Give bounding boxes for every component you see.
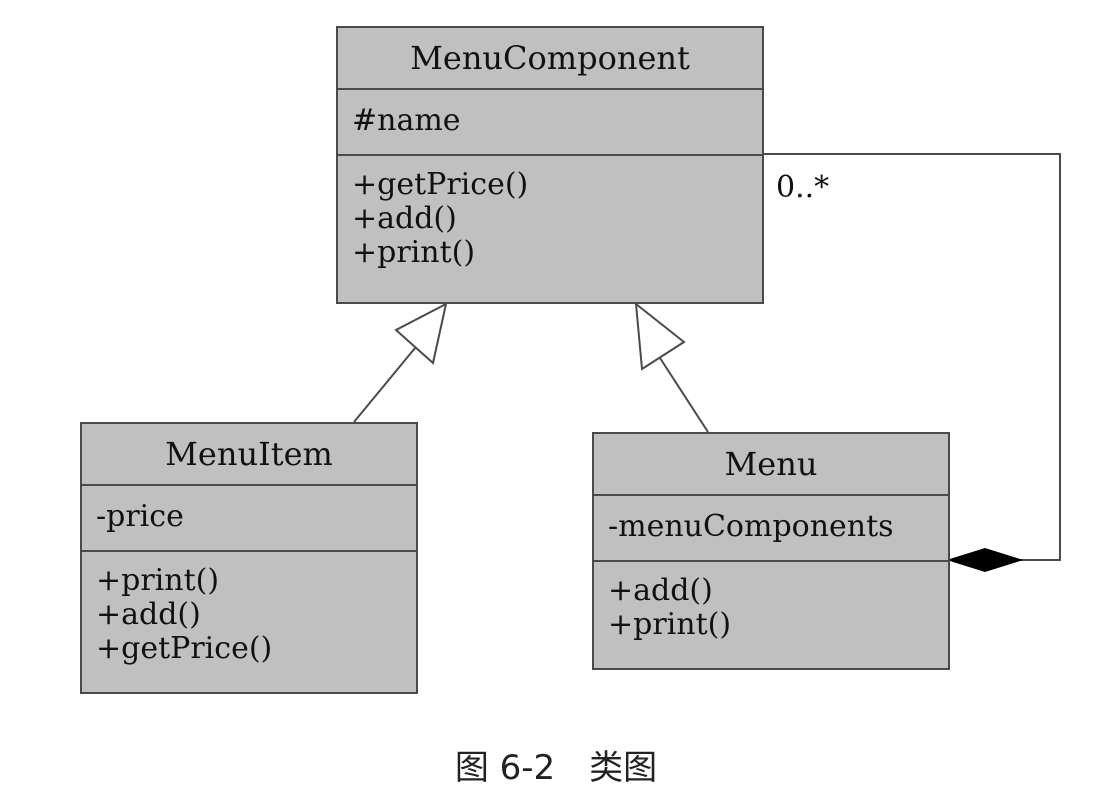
composition-diamond [946, 547, 1024, 573]
operation-getprice: +getPrice() [352, 167, 529, 202]
attributes-menucomponent: #name [338, 88, 762, 154]
class-menu: Menu -menuComponents +add() +print() [592, 432, 950, 670]
class-name-menucomponent: MenuComponent [410, 39, 690, 77]
attribute-name: #name [352, 103, 461, 138]
generalization-line-menu [659, 357, 709, 433]
operation-getprice: +getPrice() [96, 631, 273, 666]
class-menuitem: MenuItem -price +print() +add() +getPric… [80, 422, 418, 694]
operations-menucomponent: +getPrice() +add() +print() [338, 154, 762, 270]
figure-caption: 图 6-2 类图 [454, 748, 658, 788]
class-name-menuitem: MenuItem [165, 435, 333, 473]
attribute-price: -price [96, 499, 184, 534]
attributes-menu: -menuComponents [594, 494, 948, 560]
operation-add: +add() [608, 573, 713, 608]
generalization-line-menuitem [353, 341, 421, 423]
class-name-menu: Menu [724, 445, 818, 483]
class-menucomponent: MenuComponent #name +getPrice() +add() +… [336, 26, 764, 304]
generalization-arrowhead-menuitem [394, 302, 448, 365]
operation-print: +print() [96, 563, 220, 598]
attributes-menuitem: -price [82, 484, 416, 550]
operation-add: +add() [96, 597, 201, 632]
operation-add: +add() [352, 201, 457, 236]
operations-menuitem: +print() +add() +getPrice() [82, 550, 416, 666]
operation-print: +print() [352, 235, 476, 270]
operations-menu: +add() +print() [594, 560, 948, 642]
attribute-menucomponents: -menuComponents [608, 509, 894, 544]
composition-multiplicity-label: 0..* [776, 170, 830, 205]
operation-print: +print() [608, 607, 732, 642]
